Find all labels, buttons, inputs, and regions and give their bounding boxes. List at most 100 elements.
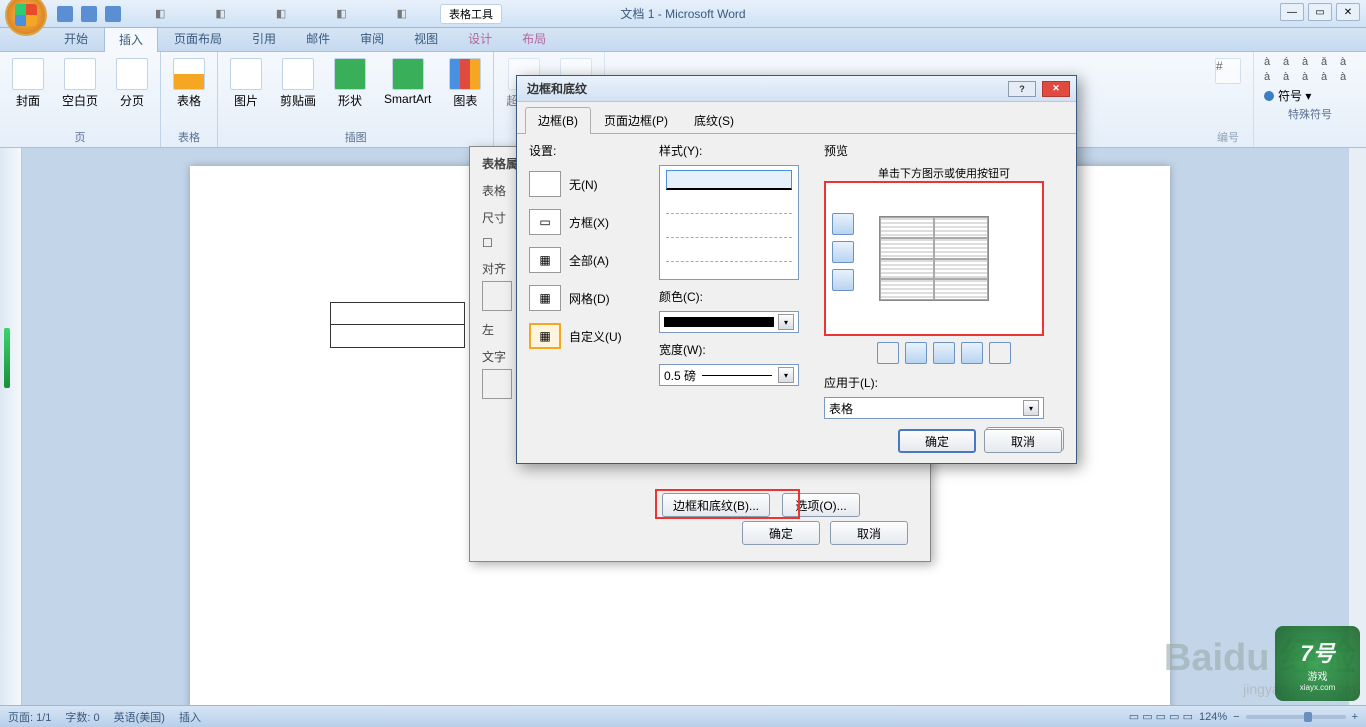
status-language[interactable]: 英语(美国) [114,709,165,725]
setting-box-label: 方框(X) [569,214,609,231]
tab-insert[interactable]: 插入 [104,26,158,52]
group-number: # 编号 [1203,52,1254,147]
vertical-ruler [0,148,22,705]
setting-box[interactable]: ▭方框(X) [529,209,649,235]
setting-none-label: 无(N) [569,176,598,193]
view-buttons[interactable]: ▭ ▭ ▭ ▭ ▭ [1129,710,1193,723]
cover-page-button[interactable]: 封面 [10,56,46,111]
apply-to-heading: 应用于(L): [824,374,1064,391]
color-dropdown[interactable]: ▾ [659,311,799,333]
group-illustrations-label: 插图 [228,127,483,147]
width-heading: 宽度(W): [659,341,814,358]
style-list[interactable] [659,165,799,280]
back-ok-button[interactable]: 确定 [742,521,820,545]
width-value: 0.5 磅 [664,367,696,384]
shapes-label: 形状 [338,92,362,109]
quick-access-toolbar [57,6,121,22]
tab-mailings[interactable]: 邮件 [292,26,344,51]
style-heading: 样式(Y): [659,142,814,159]
tab-view[interactable]: 视图 [400,26,452,51]
undo-icon[interactable] [81,6,97,22]
dialog-titlebar[interactable]: 边框和底纹 ? ✕ [517,76,1076,102]
group-pages: 封面 空白页 分页 页 [0,52,161,147]
preview-left-button[interactable] [905,342,927,364]
status-page[interactable]: 页面: 1/1 [8,709,51,725]
redo-icon[interactable] [105,6,121,22]
tab-design[interactable]: 设计 [454,26,506,51]
symbol-dropdown[interactable]: 符号 ▾ [1264,87,1356,104]
status-words[interactable]: 字数: 0 [65,709,99,725]
preview-diag1-button[interactable] [877,342,899,364]
zoom-in-button[interactable]: + [1352,711,1358,723]
preview-right-button[interactable] [961,342,983,364]
badge-url: xiayx.com [1300,683,1336,692]
dialog-ok-button[interactable]: 确定 [898,429,976,453]
tab-start[interactable]: 开始 [50,26,102,51]
cover-page-label: 封面 [16,92,40,109]
shapes-button[interactable]: 形状 [332,56,368,111]
save-icon[interactable] [57,6,73,22]
zoom-slider[interactable] [1246,715,1346,719]
group-illustrations: 图片 剪贴画 形状 SmartArt 图表 插图 [218,52,494,147]
close-button[interactable]: ✕ [1336,3,1360,21]
symbol-grid[interactable]: àáàǎà ààààà [1264,56,1356,83]
preview-bottom-button[interactable] [832,269,854,291]
preview-top-button[interactable] [832,213,854,235]
minimize-button[interactable]: — [1280,3,1304,21]
tab-references[interactable]: 引用 [238,26,290,51]
width-dropdown[interactable]: 0.5 磅▾ [659,364,799,386]
back-cancel-button[interactable]: 取消 [830,521,908,545]
tab-review[interactable]: 审阅 [346,26,398,51]
preview-column: 预览 单击下方图示或使用按钮可 应用于(L): 表格▾ 选项(O)... [824,142,1064,451]
page-break-label: 分页 [120,92,144,109]
tab-shading[interactable]: 底纹(S) [681,107,747,133]
preview-vcenter-button[interactable] [933,342,955,364]
group-symbols: àáàǎà ààààà 符号 ▾ 特殊符号 [1254,52,1366,147]
setting-grid[interactable]: ▦网格(D) [529,285,649,311]
maximize-button[interactable]: ▭ [1308,3,1332,21]
group-pages-label: 页 [10,127,150,147]
dialog-close-button[interactable]: ✕ [1042,81,1070,97]
preview-box [824,181,1044,336]
clipart-button[interactable]: 剪贴画 [278,56,318,111]
borders-shading-button[interactable]: 边框和底纹(B)... [662,493,770,517]
page-break-button[interactable]: 分页 [114,56,150,111]
tab-page-border[interactable]: 页面边框(P) [591,107,681,133]
setting-all[interactable]: ▦全部(A) [529,247,649,273]
status-bar: 页面: 1/1 字数: 0 英语(美国) 插入 ▭ ▭ ▭ ▭ ▭ 124% −… [0,705,1366,727]
tab-border[interactable]: 边框(B) [525,107,591,134]
tab-table-layout[interactable]: 布局 [508,26,560,51]
apply-to-value: 表格 [829,400,853,417]
apply-to-dropdown[interactable]: 表格▾ [824,397,1044,419]
preview-mid-button[interactable] [832,241,854,263]
dialog-cancel-button[interactable]: 取消 [984,429,1062,453]
blank-page-button[interactable]: 空白页 [60,56,100,111]
window-controls: — ▭ ✕ [1280,3,1360,21]
table-button[interactable]: 表格 [171,56,207,111]
clipart-label: 剪贴画 [280,92,316,109]
badge-number: 7号 [1300,636,1334,668]
number-button[interactable]: # [1213,56,1243,86]
picture-button[interactable]: 图片 [228,56,264,111]
vertical-scrollbar[interactable] [1348,148,1366,705]
smartart-button[interactable]: SmartArt [382,56,433,108]
zoom-controls: ▭ ▭ ▭ ▭ ▭ 124% − + [1129,710,1358,723]
setting-none[interactable]: 无(N) [529,171,649,197]
setting-custom[interactable]: ▦自定义(U) [529,323,649,349]
ruler-marker[interactable] [4,328,10,388]
dialog-help-button[interactable]: ? [1008,81,1036,97]
setting-all-label: 全部(A) [569,252,609,269]
tab-page-layout[interactable]: 页面布局 [160,26,236,51]
chart-label: 图表 [453,92,477,109]
chart-button[interactable]: 图表 [447,56,483,111]
picture-label: 图片 [234,92,258,109]
preview-table[interactable] [879,216,989,301]
zoom-out-button[interactable]: − [1233,711,1239,723]
status-mode[interactable]: 插入 [179,709,201,725]
document-table[interactable] [330,302,465,348]
zoom-value[interactable]: 124% [1199,711,1227,723]
preview-hint: 单击下方图示或使用按钮可 [824,165,1064,181]
preview-diag2-button[interactable] [989,342,1011,364]
table-options-button[interactable]: 选项(O)... [782,493,860,517]
ribbon-tabs: 开始 插入 页面布局 引用 邮件 审阅 视图 设计 布局 [0,28,1366,52]
